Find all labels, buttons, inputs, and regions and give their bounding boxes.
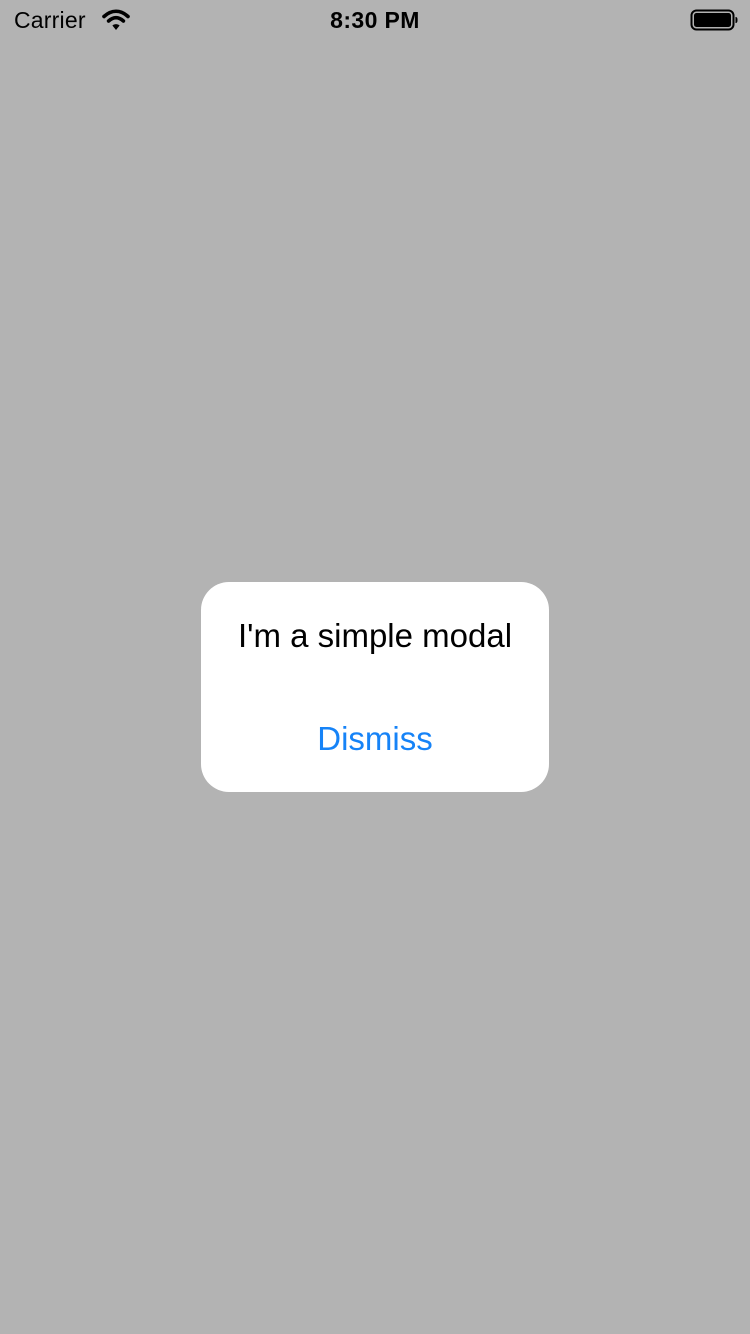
battery-icon bbox=[690, 9, 738, 31]
status-time: 8:30 PM bbox=[330, 7, 420, 33]
simple-modal-dialog: I'm a simple modal Dismiss bbox=[201, 582, 549, 792]
dismiss-button[interactable]: Dismiss bbox=[275, 708, 475, 770]
status-bar: Carrier 8:30 PM bbox=[0, 0, 750, 40]
modal-message: I'm a simple modal bbox=[237, 617, 513, 654]
